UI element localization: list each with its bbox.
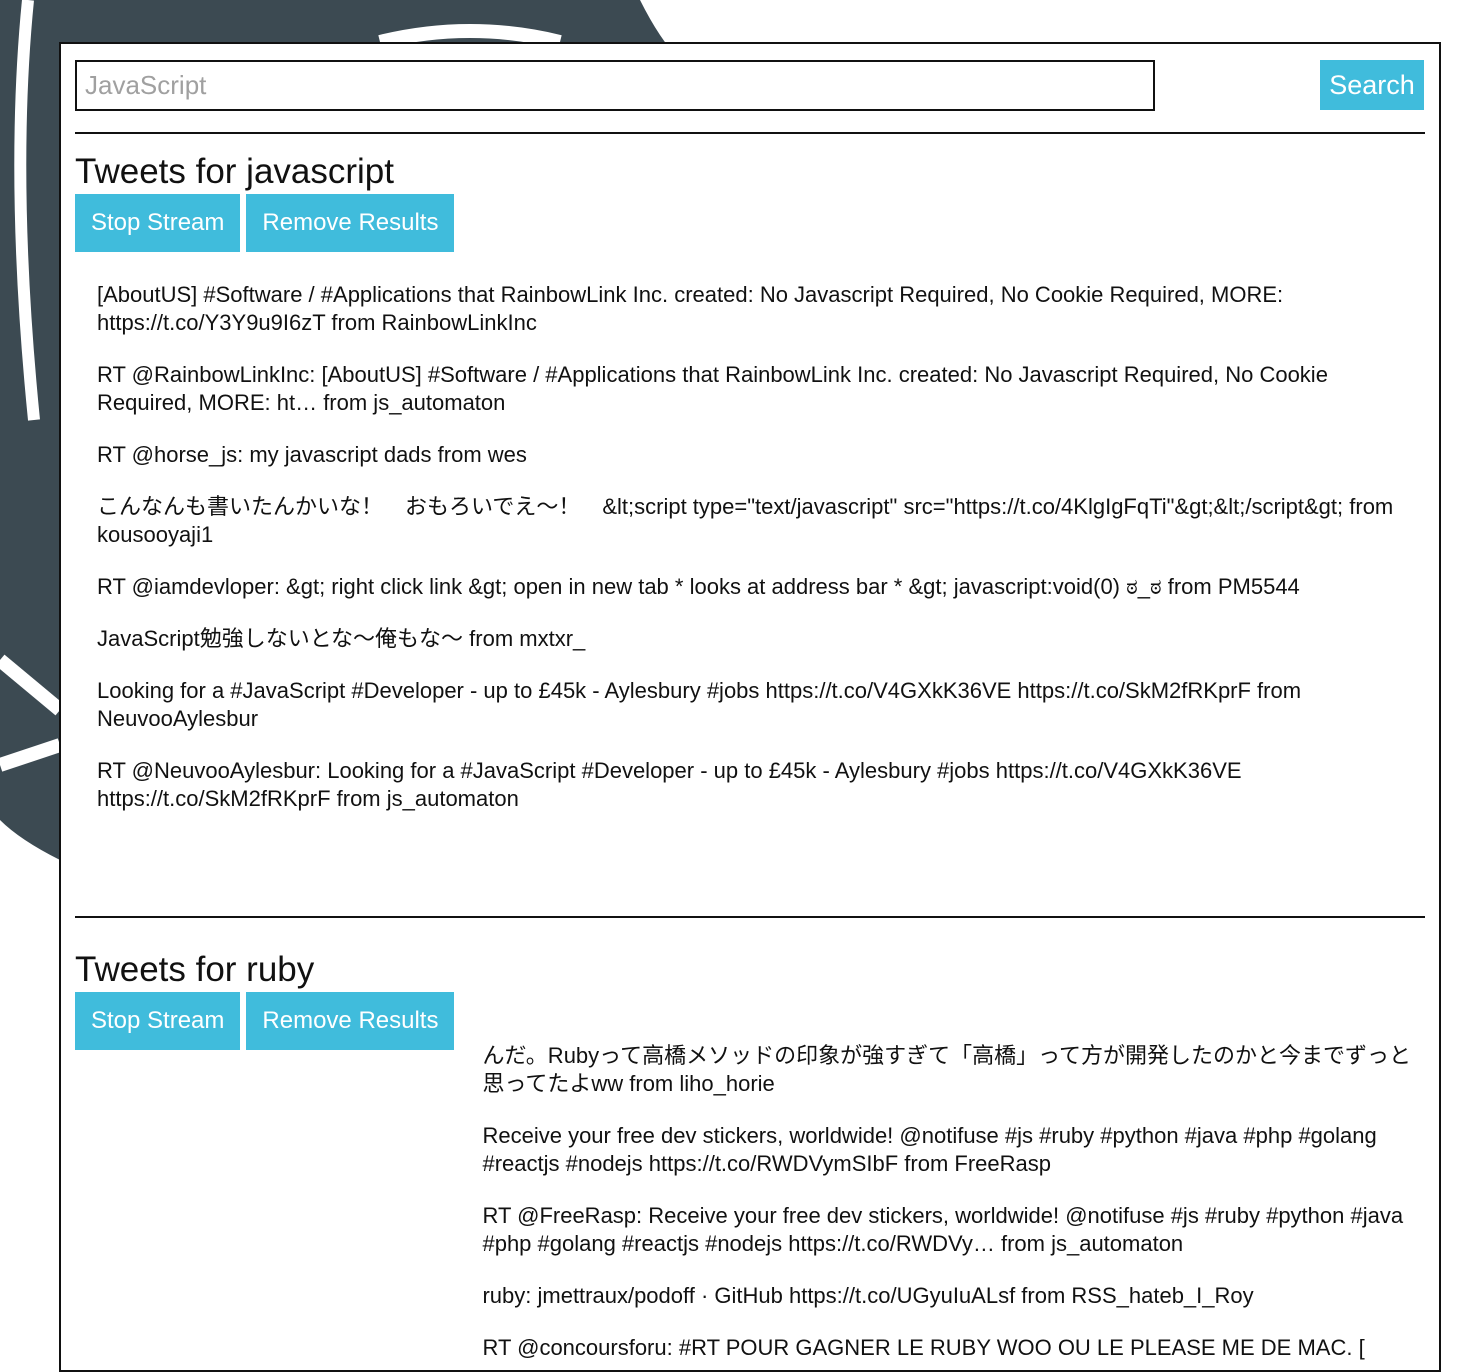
stream-section-javascript: Tweets for javascript Stop Stream Remove… bbox=[75, 152, 1425, 891]
search-panel: Search Tweets for javascript Stop Stream… bbox=[59, 42, 1441, 1372]
tweet-item: RT @NeuvooAylesbur: Looking for a #JavaS… bbox=[97, 758, 1242, 811]
tweet-item: RT @iamdevloper: &gt; right click link &… bbox=[97, 574, 1300, 599]
tweet-list: んだ。Rubyって高橋メソッドの印象が強すぎて「高橋」って方が開発したのかと今ま… bbox=[460, 1042, 1425, 1362]
tweet-item: Looking for a #JavaScript #Developer - u… bbox=[97, 678, 1302, 731]
tweet-item: んだ。Rubyって高橋メソッドの印象が強すぎて「高橋」って方が開発したのかと今ま… bbox=[482, 1043, 1411, 1096]
search-button[interactable]: Search bbox=[1320, 60, 1424, 110]
tweet-item: RT @horse_js: my javascript dads from we… bbox=[97, 442, 527, 467]
tweet-item: RT @concoursforu: #RT POUR GAGNER LE RUB… bbox=[482, 1335, 1365, 1360]
tweet-item: Receive your free dev stickers, worldwid… bbox=[482, 1123, 1377, 1176]
divider bbox=[75, 132, 1425, 134]
tweet-item: [AboutUS] #Software / #Applications that… bbox=[97, 282, 1284, 335]
tweet-item: JavaScript勉強しないとな〜俺もな〜 from mxtxr_ bbox=[97, 626, 586, 651]
stream-controls: Stop Stream Remove Results bbox=[75, 194, 1425, 252]
stop-stream-button[interactable]: Stop Stream bbox=[75, 992, 241, 1050]
stream-controls: Stop Stream Remove Results bbox=[75, 992, 1425, 1050]
stream-section-ruby: Tweets for ruby Stop Stream Remove Resul… bbox=[75, 950, 1425, 1362]
stream-heading: Tweets for javascript bbox=[75, 152, 394, 191]
remove-results-button[interactable]: Remove Results bbox=[246, 992, 455, 1050]
tweet-item: RT @FreeRasp: Receive your free dev stic… bbox=[482, 1203, 1404, 1256]
divider bbox=[75, 916, 1425, 918]
tweet-item: こんなんも書いたんかいな！ おもろいでえ〜！ &lt;script type="… bbox=[97, 494, 1394, 547]
stream-heading: Tweets for ruby bbox=[75, 950, 315, 989]
search-input[interactable] bbox=[75, 60, 1155, 111]
remove-results-button[interactable]: Remove Results bbox=[246, 194, 455, 252]
tweet-item: ruby: jmettraux/podoff · GitHub https://… bbox=[482, 1283, 1254, 1308]
tweet-list: [AboutUS] #Software / #Applications that… bbox=[75, 252, 1425, 891]
tweet-item: RT @RainbowLinkInc: [AboutUS] #Software … bbox=[97, 362, 1328, 415]
stop-stream-button[interactable]: Stop Stream bbox=[75, 194, 241, 252]
